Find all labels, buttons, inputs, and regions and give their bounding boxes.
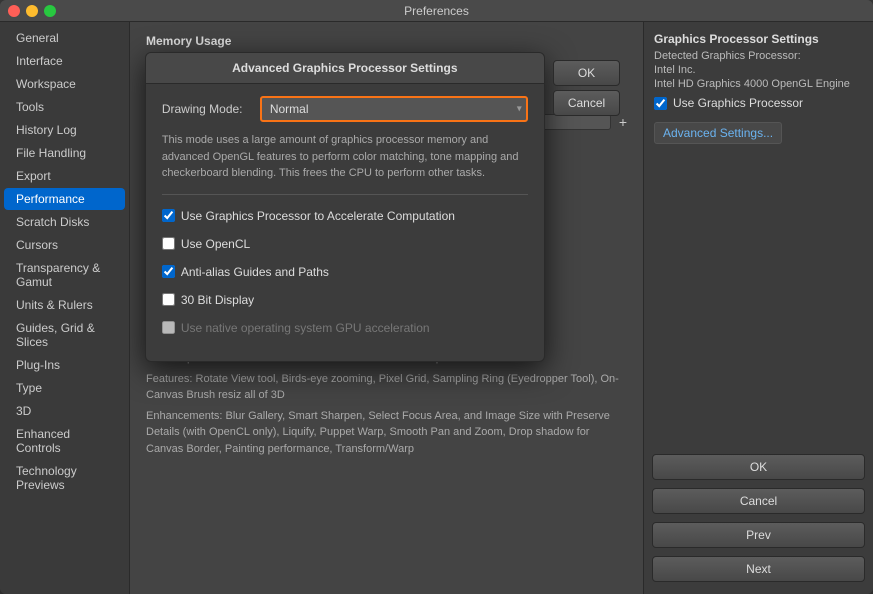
accelerate-label: Use Graphics Processor to Accelerate Com… [181, 209, 455, 223]
sidebar-item-scratch-disks[interactable]: Scratch Disks [4, 211, 125, 233]
bit30-label: 30 Bit Display [181, 293, 254, 307]
opencl-row: Use OpenCL [162, 237, 528, 251]
titlebar: Preferences [0, 0, 873, 22]
drawing-mode-label: Drawing Mode: [162, 102, 252, 116]
minimize-button[interactable] [26, 5, 38, 17]
nav-buttons-panel: OK Cancel Prev Next [644, 446, 873, 594]
antialias-label: Anti-alias Guides and Paths [181, 265, 329, 279]
use-gpu-checkbox[interactable] [654, 97, 667, 110]
window-title: Preferences [404, 4, 469, 18]
sidebar-item-history-log[interactable]: History Log [4, 119, 125, 141]
center-panel: Memory Usage Available RAM: 14398 MB Ide… [130, 22, 643, 594]
close-button[interactable] [8, 5, 20, 17]
sidebar-item-technology[interactable]: Technology Previews [4, 460, 125, 496]
drawing-mode-select-wrapper: Normal Basic Advanced ▾ [260, 96, 528, 122]
opencl-checkbox[interactable] [162, 237, 175, 250]
preferences-window: Preferences General Interface Workspace … [0, 0, 873, 594]
native-row: Use native operating system GPU accelera… [162, 321, 528, 335]
modal-checkboxes: Use Graphics Processor to Accelerate Com… [162, 205, 528, 339]
native-label: Use native operating system GPU accelera… [181, 321, 430, 335]
sidebar-item-tools[interactable]: Tools [4, 96, 125, 118]
sidebar-item-interface[interactable]: Interface [4, 50, 125, 72]
sidebar-item-guides[interactable]: Guides, Grid & Slices [4, 317, 125, 353]
accelerate-checkbox[interactable] [162, 209, 175, 222]
opencl-label: Use OpenCL [181, 237, 250, 251]
native-checkbox [162, 321, 175, 334]
sidebar: General Interface Workspace Tools Histor… [0, 22, 130, 594]
traffic-lights [8, 5, 56, 17]
sidebar-item-performance[interactable]: Performance [4, 188, 125, 210]
description-text2: Features: Rotate View tool, Birds-eye zo… [146, 371, 627, 404]
sidebar-item-enhanced[interactable]: Enhanced Controls [4, 423, 125, 459]
gpu-section-title: Graphics Processor Settings [654, 32, 863, 46]
modal-divider [162, 194, 528, 195]
ok-button[interactable]: OK [652, 454, 865, 480]
sidebar-item-units[interactable]: Units & Rulers [4, 294, 125, 316]
maximize-button[interactable] [44, 5, 56, 17]
memory-section-title: Memory Usage [146, 34, 627, 48]
bit30-row: 30 Bit Display [162, 293, 528, 307]
sidebar-item-type[interactable]: Type [4, 377, 125, 399]
modal-description: This mode uses a large amount of graphic… [162, 132, 528, 182]
sidebar-item-3d[interactable]: 3D [4, 400, 125, 422]
sidebar-item-plugins[interactable]: Plug-Ins [4, 354, 125, 376]
gpu-detail: Intel HD Graphics 4000 OpenGL Engine [654, 78, 863, 90]
cancel-button[interactable]: Cancel [652, 488, 865, 514]
use-gpu-label: Use Graphics Processor [673, 96, 803, 110]
prev-button[interactable]: Prev [652, 522, 865, 548]
slider-plus-icon[interactable]: + [619, 114, 627, 130]
accelerate-row: Use Graphics Processor to Accelerate Com… [162, 209, 528, 223]
sidebar-item-export[interactable]: Export [4, 165, 125, 187]
advanced-settings-link[interactable]: Advanced Settings... [654, 122, 782, 144]
next-button[interactable]: Next [652, 556, 865, 582]
sidebar-item-file-handling[interactable]: File Handling [4, 142, 125, 164]
modal-title: Advanced Graphics Processor Settings [146, 53, 544, 84]
use-gpu-row: Use Graphics Processor [654, 96, 863, 110]
modal-body: Drawing Mode: Normal Basic Advanced ▾ [146, 84, 544, 361]
sidebar-item-general[interactable]: General [4, 27, 125, 49]
detected-label: Detected Graphics Processor: [654, 50, 863, 62]
gpu-panel: Graphics Processor Settings Detected Gra… [644, 22, 873, 446]
antialias-row: Anti-alias Guides and Paths [162, 265, 528, 279]
main-content: General Interface Workspace Tools Histor… [0, 22, 873, 594]
description-text3: Enhancements: Blur Gallery, Smart Sharpe… [146, 408, 627, 458]
advanced-settings-wrapper: Advanced Settings... [654, 118, 863, 144]
right-wrapper: Graphics Processor Settings Detected Gra… [643, 22, 873, 594]
sidebar-item-workspace[interactable]: Workspace [4, 73, 125, 95]
drawing-mode-select[interactable]: Normal Basic Advanced [260, 96, 528, 122]
sidebar-item-transparency[interactable]: Transparency & Gamut [4, 257, 125, 293]
drawing-mode-row: Drawing Mode: Normal Basic Advanced ▾ [162, 96, 528, 122]
bit30-checkbox[interactable] [162, 293, 175, 306]
sidebar-item-cursors[interactable]: Cursors [4, 234, 125, 256]
advanced-modal: Advanced Graphics Processor Settings Dra… [145, 52, 545, 362]
antialias-checkbox[interactable] [162, 265, 175, 278]
gpu-name: Intel Inc. [654, 64, 863, 76]
